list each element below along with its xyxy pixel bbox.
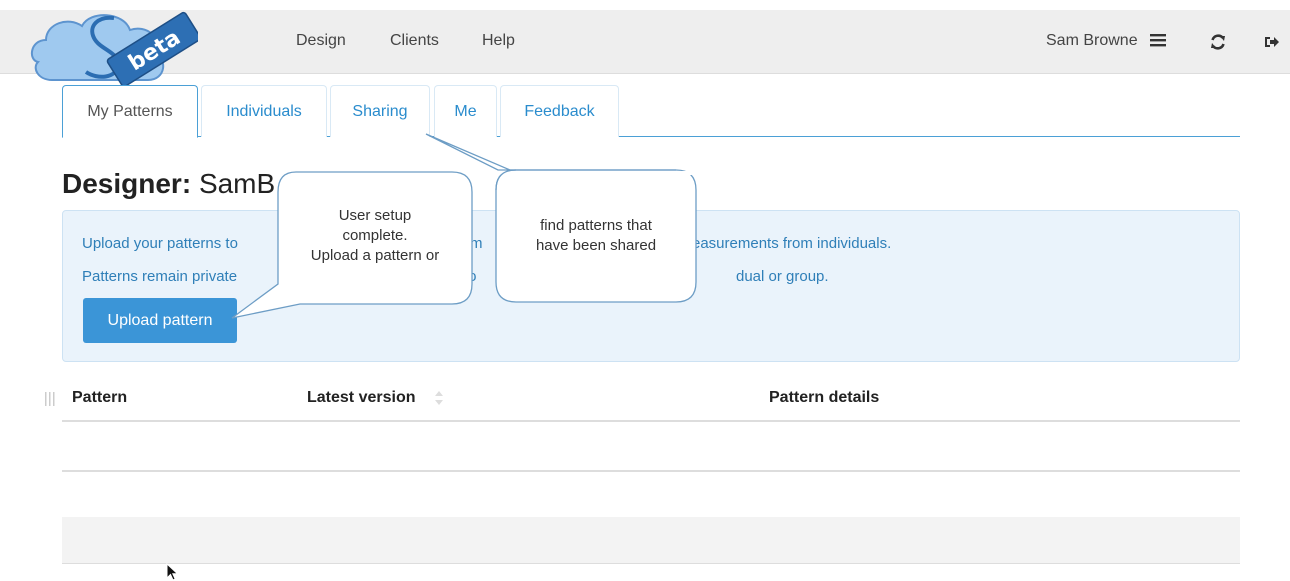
table-row [62,424,1240,471]
tab-me[interactable]: Me [434,85,497,137]
setup-callout-line-3: Upload a pattern or [310,247,440,264]
top-navbar: beta Design Clients Help Sam Browne [0,10,1290,88]
nav-link-design[interactable]: Design [296,32,346,50]
column-header-pattern[interactable]: Pattern [72,389,127,407]
info-line-1-mid: m [470,235,483,252]
beta-logo[interactable]: beta [28,10,198,88]
column-header-pattern-details[interactable]: Pattern details [769,389,879,407]
info-line-1-end: easurements from individuals. [692,235,892,252]
info-line-1-start: Upload your patterns to [82,235,238,252]
drag-handle-icon[interactable] [44,392,56,406]
info-line-2-end: dual or group. [736,268,829,285]
mouse-cursor-icon [166,563,179,581]
user-menu[interactable]: Sam Browne [1046,32,1167,50]
setup-callout-line-2: complete. [342,227,408,244]
nav-link-help[interactable]: Help [482,32,515,50]
sort-icon[interactable] [434,389,444,407]
table-row [62,517,1240,564]
info-line-2-start: Patterns remain private [82,268,238,285]
tab-sharing[interactable]: Sharing [330,85,430,137]
user-name: Sam Browne [1046,32,1138,49]
table-row [62,471,1240,472]
sharing-callout-line-2: have been shared [535,237,657,254]
patterns-table-header: Pattern Latest version Pattern details [62,380,1240,422]
designer-name: SamB [198,168,276,199]
tab-my-patterns[interactable]: My Patterns [62,85,198,138]
upload-pattern-button[interactable]: Upload pattern [83,298,237,343]
setup-callout-line-1: User setup [338,207,412,224]
setup-callout: User setup complete. Upload a pattern or [282,206,468,266]
refresh-icon[interactable] [1208,32,1228,52]
sharing-callout-line-1: find patterns that [540,217,652,234]
page-title-label: Designer: [62,168,192,199]
nav-link-clients[interactable]: Clients [390,32,439,50]
hamburger-icon [1150,34,1167,47]
main-tabs: My Patterns Individuals Sharing Me Feedb… [62,85,1240,138]
column-header-latest-version[interactable]: Latest version [307,389,415,407]
tab-feedback[interactable]: Feedback [500,85,619,137]
page-title: Designer: SamB [62,168,275,200]
info-line-2-mid: to [464,268,477,285]
sharing-callout: find patterns that have been shared [500,216,692,256]
logout-icon[interactable] [1262,32,1282,52]
tab-individuals[interactable]: Individuals [201,85,327,137]
